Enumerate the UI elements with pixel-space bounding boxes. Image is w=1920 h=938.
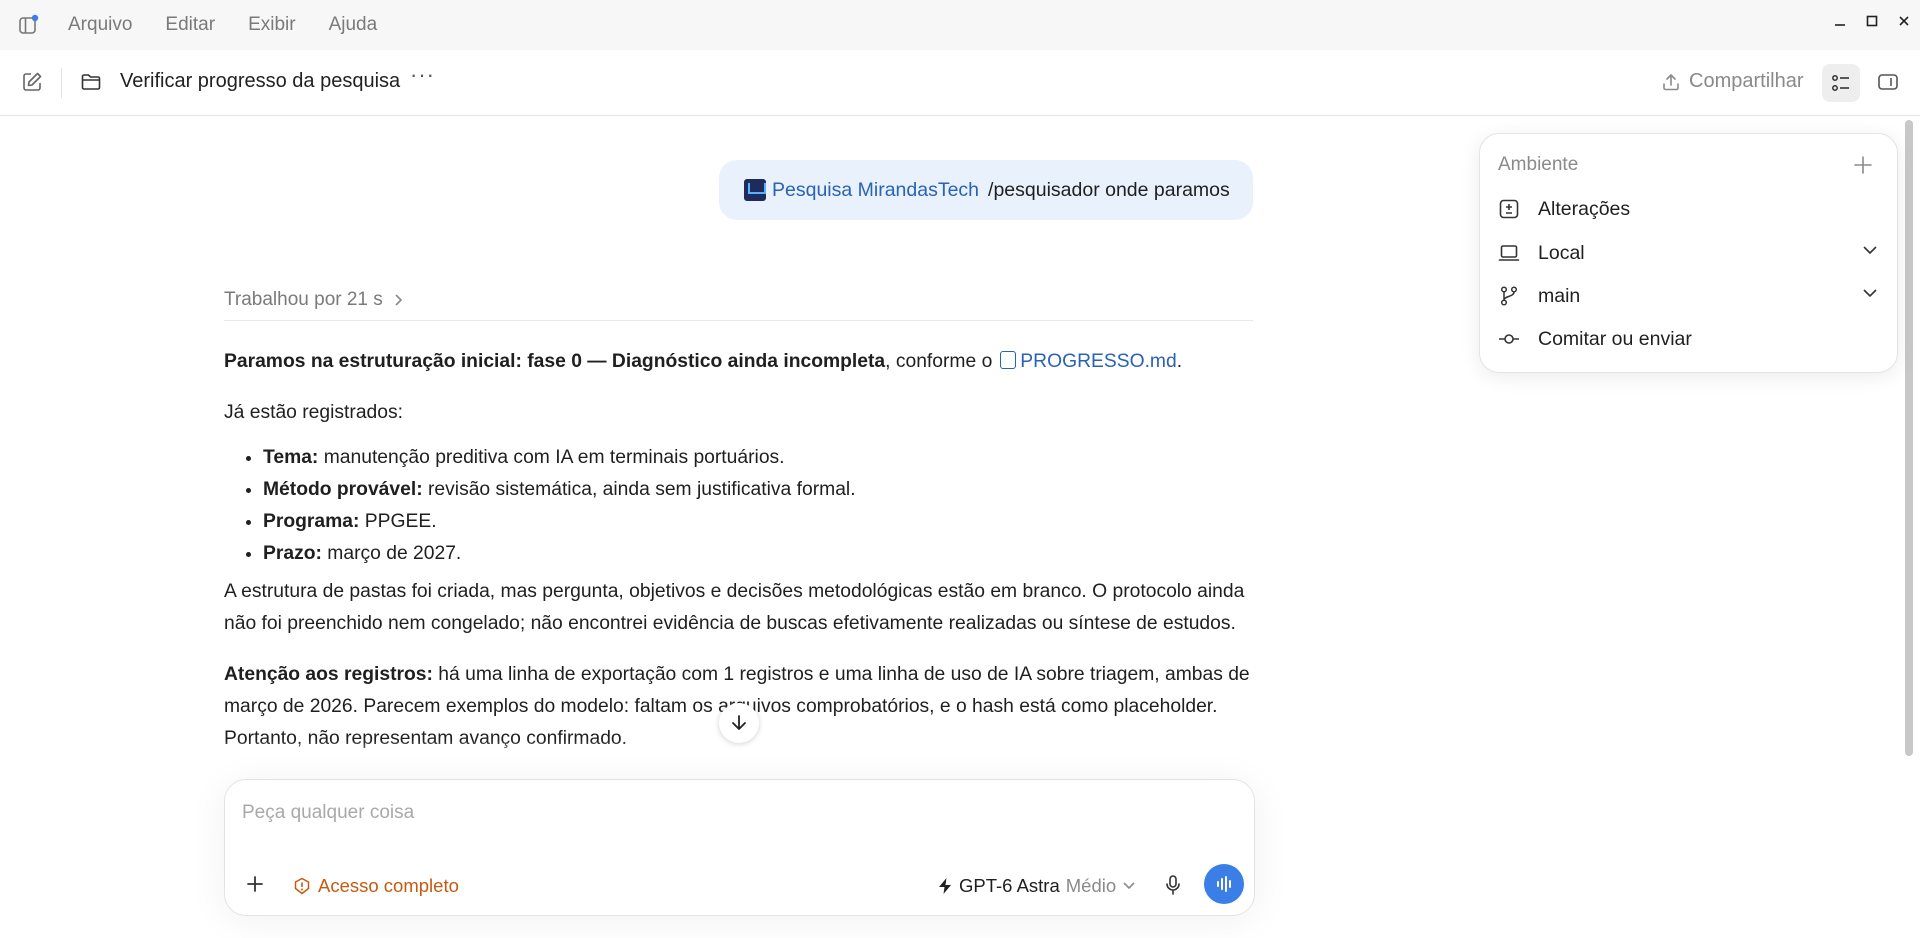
list-item-text: PPGEE.: [359, 511, 437, 532]
menu-bar: Arquivo Editar Exibir Ajuda: [0, 0, 1920, 50]
list-item: Programa: PPGEE.: [263, 506, 1253, 538]
side-panel-icon[interactable]: [1877, 72, 1899, 97]
microphone-icon: [1166, 875, 1180, 895]
laptop-icon: [1498, 245, 1520, 261]
worked-label: Trabalhou por 21 s: [224, 289, 383, 310]
environment-row-commit[interactable]: Comitar ou enviar: [1498, 324, 1878, 354]
environment-row-local[interactable]: Local: [1498, 238, 1878, 268]
arrow-down-icon: [732, 715, 746, 730]
list-item-label: Prazo:: [263, 543, 322, 564]
maximize-button[interactable]: [1856, 14, 1888, 32]
branch-icon: [1500, 286, 1518, 306]
user-command: /pesquisador onde paramos: [988, 178, 1230, 201]
list-item-text: manutenção preditiva com IA em terminais…: [318, 447, 785, 468]
environment-toggle-button[interactable]: [1822, 64, 1860, 102]
composer-input[interactable]: Peça qualquer coisa: [242, 802, 414, 824]
diff-icon: [1499, 199, 1519, 219]
response-paragraph: A estrutura de pastas foi criada, mas pe…: [224, 581, 1245, 634]
page-title: Verificar progresso da pesquisa: [120, 70, 401, 92]
divider: [61, 68, 62, 98]
list-item: Método provável: revisão sistemática, ai…: [263, 474, 1253, 506]
list-icon: [1832, 75, 1849, 91]
share-button[interactable]: Compartilhar: [1661, 70, 1803, 93]
new-chat-icon[interactable]: [20, 70, 44, 94]
response-bold-text: Paramos na estruturação inicial: fase 0 …: [224, 351, 886, 372]
environment-panel: Ambiente Alterações Local main Comitar o…: [1479, 133, 1898, 373]
response-text: , conforme o: [885, 351, 993, 372]
list-item-label: Tema:: [263, 447, 319, 468]
folder-icon[interactable]: [80, 71, 102, 93]
window-controls: [1824, 14, 1920, 32]
divider: [224, 320, 1253, 321]
list-item: Prazo: março de 2027.: [263, 538, 1253, 570]
plus-icon: [247, 876, 263, 892]
user-message-bubble: Pesquisa MirandasTech /pesquisador onde …: [719, 160, 1253, 220]
environment-row-label: Alterações: [1538, 197, 1631, 220]
model-name: GPT-6 Astra: [959, 875, 1060, 896]
environment-title: Ambiente: [1498, 154, 1579, 175]
microphone-button[interactable]: [1163, 874, 1183, 901]
chevron-down-icon: [1863, 289, 1877, 298]
model-level: Médio: [1065, 875, 1117, 896]
content-fade: [200, 740, 1280, 780]
share-icon: [1663, 73, 1679, 90]
more-options-button[interactable]: ···: [410, 62, 435, 88]
environment-row-label: main: [1538, 284, 1581, 307]
project-logo-icon: [744, 179, 766, 201]
chevron-right-icon: [395, 294, 402, 306]
response-list: Tema: manutenção preditiva com IA em ter…: [224, 442, 1253, 570]
add-environment-button[interactable]: [1852, 154, 1874, 181]
environment-row-label: Local: [1538, 241, 1585, 264]
environment-row-label: Comitar ou enviar: [1538, 327, 1692, 350]
add-attachment-button[interactable]: [245, 874, 265, 899]
minimize-button[interactable]: [1824, 14, 1856, 32]
environment-row-changes[interactable]: Alterações: [1498, 194, 1878, 224]
project-link[interactable]: Pesquisa MirandasTech: [772, 179, 979, 202]
menu-ajuda[interactable]: Ajuda: [329, 14, 378, 36]
response-paragraph: Paramos na estruturação inicial: fase 0 …: [224, 346, 1253, 378]
response-text: .: [1176, 351, 1183, 372]
message-composer[interactable]: Peça qualquer coisa Acesso completo GPT-…: [224, 779, 1255, 916]
plus-icon: [1854, 156, 1872, 174]
access-label: Acesso completo: [318, 875, 459, 896]
warning-icon: [294, 877, 310, 895]
menu-exibir[interactable]: Exibir: [248, 14, 296, 36]
menu-arquivo[interactable]: Arquivo: [68, 14, 132, 36]
menu: Arquivo Editar Exibir Ajuda: [68, 0, 410, 50]
list-item-text: revisão sistemática, ainda sem justifica…: [422, 479, 856, 500]
bolt-icon: [939, 878, 951, 894]
menu-editar[interactable]: Editar: [165, 14, 215, 36]
file-link[interactable]: PROGRESSO.md: [1020, 351, 1176, 372]
response-paragraph: Já estão registrados:: [224, 402, 403, 423]
chevron-down-icon: [1123, 882, 1135, 890]
title-bar: Verificar progresso da pesquisa ··· Comp…: [0, 50, 1920, 116]
list-item-text: março de 2027.: [321, 543, 462, 564]
list-item-label: Programa:: [263, 511, 360, 532]
access-level-button[interactable]: Acesso completo: [293, 875, 459, 897]
sidebar-toggle-icon[interactable]: [18, 14, 40, 36]
voice-mode-button[interactable]: [1204, 864, 1244, 904]
environment-row-branch[interactable]: main: [1498, 281, 1878, 311]
list-item: Tema: manutenção preditiva com IA em ter…: [263, 442, 1253, 474]
close-button[interactable]: [1888, 14, 1920, 32]
chevron-down-icon: [1863, 246, 1877, 255]
file-icon: [1000, 351, 1017, 369]
scroll-to-bottom-button[interactable]: [719, 703, 759, 743]
model-selector[interactable]: GPT-6 Astra Médio: [937, 875, 1136, 897]
commit-icon: [1499, 334, 1519, 344]
audio-wave-icon: [1217, 876, 1231, 892]
response-bold-text: Atenção aos registros:: [224, 664, 433, 685]
scrollbar[interactable]: [1905, 120, 1913, 756]
share-label: Compartilhar: [1689, 70, 1804, 92]
worked-duration-toggle[interactable]: Trabalhou por 21 s: [224, 289, 403, 311]
list-item-label: Método provável:: [263, 479, 423, 500]
